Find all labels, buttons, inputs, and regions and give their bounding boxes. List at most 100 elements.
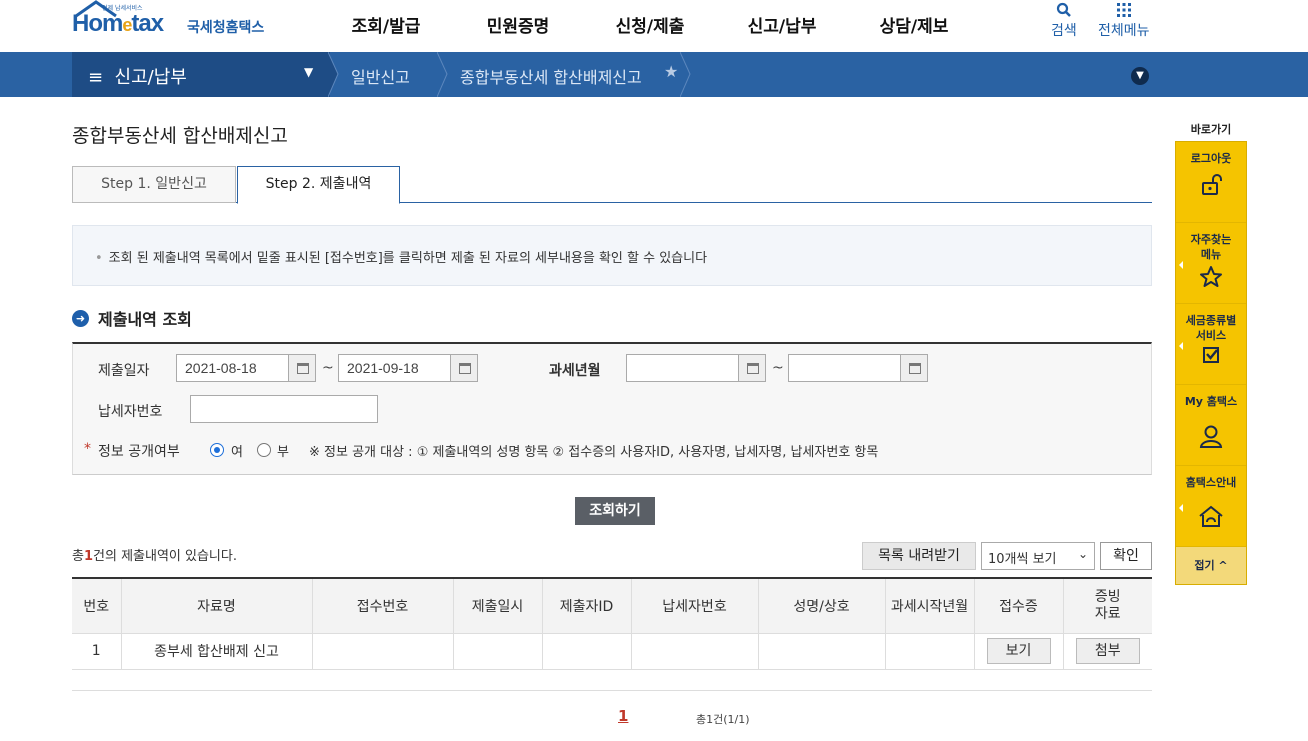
quick-favorites[interactable]: 자주찾는 메뉴 [1176,223,1246,304]
col-taxpayer-no: 납세자번호 [630,578,759,634]
checkbox-icon [1203,347,1219,363]
gnb-report-pay[interactable]: 신고/납부 [716,12,848,37]
cell-person [757,632,886,670]
triangle-left-icon [1179,342,1183,350]
logo-mark-e: e [122,15,132,35]
calendar-icon[interactable] [450,354,478,382]
col-receipt: 접수증 [973,578,1064,634]
star-icon [1200,266,1222,287]
quick-tax-services[interactable]: 세금종류별 서비스 [1176,304,1246,385]
calendar-icon[interactable] [738,354,766,382]
lnb-menu-selector[interactable]: ≡ 신고/납부 ▼ [72,52,330,97]
total-count: 총1건의 제출내역이 있습니다. [72,545,237,564]
calendar-icon[interactable] [900,354,928,382]
triangle-left-icon [1179,261,1183,269]
search-submit-button[interactable]: 조회하기 [575,497,655,525]
gnb-inquiry[interactable]: 조회/발급 [320,12,452,37]
page-title: 종합부동산세 합산배제신고 [72,125,288,147]
col-submitter-id: 제출자ID [541,578,632,634]
hometax-logo[interactable]: 언제 납세서비스 Hometax 국세청홈택스 [72,0,282,50]
disclose-no-label[interactable]: 부 [277,441,289,460]
cell-receipt: 보기 [973,632,1064,670]
col-receipt-no: 접수번호 [311,578,454,634]
bullet-dot: • [95,251,103,266]
caret-down-icon: ▼ [304,65,314,79]
col-no: 번호 [72,578,122,634]
gnb-consult[interactable]: 상담/제보 [848,12,980,37]
date-to-input[interactable] [338,354,452,382]
submit-date-label: 제출일자 [98,363,150,379]
page-summary: 총1건(1/1) [696,713,750,726]
submission-table: 번호 자료명 접수번호 제출일시 제출자ID 납세자번호 성명/상호 과세시작년… [72,577,1152,670]
logo-wordmark: Hometax [72,10,164,38]
confirm-button[interactable]: 확인 [1100,542,1152,570]
taxpayer-no-input[interactable] [190,395,378,423]
tax-ym-to-input[interactable] [788,354,902,382]
range-tilde: ~ [322,360,334,376]
col-name: 자료명 [120,578,313,634]
disclose-note: ※ 정보 공개 대상 : ① 제출내역의 성명 항목 ② 접수증의 사용자ID,… [309,445,879,460]
gnb-certificates[interactable]: 민원증명 [452,12,584,37]
disclose-no-radio[interactable] [257,443,271,457]
expand-location-icon[interactable]: ▼ [1131,67,1149,85]
taxpayer-no-label: 납세자번호 [98,404,163,420]
quick-fold-button[interactable]: 접기 ^ [1176,547,1246,584]
cell-taxpayer-no [630,632,759,670]
global-nav: 조회/발급 민원증명 신청/제출 신고/납부 상담/제보 [320,12,980,37]
view-receipt-button[interactable]: 보기 [986,638,1051,664]
attach-evidence-button[interactable]: 첨부 [1075,638,1140,664]
unlock-icon [1202,174,1222,195]
breadcrumb-general-report[interactable]: 일반신고 [351,64,410,88]
breadcrumb-current[interactable]: 종합부동산세 합산배제신고 [460,64,642,88]
quick-favorites-label: 자주찾는 메뉴 [1190,233,1232,261]
date-from-input[interactable] [176,354,290,382]
list-divider [72,690,1152,691]
disclose-yes-radio[interactable] [210,443,224,457]
notice-text: 조회 된 제출내역 목록에서 밑줄 표시된 [접수번호]를 클릭하면 제출 된 … [108,251,708,266]
col-tax-start: 과세시작년월 [884,578,975,634]
user-icon [1199,425,1223,448]
download-list-button[interactable]: 목록 내려받기 [862,542,976,570]
quick-tax-services-label: 세금종류별 서비스 [1185,314,1237,342]
cell-name: 종부세 합산배제 신고 [120,632,313,670]
col-evidence: 증빙 자료 [1062,578,1152,634]
tab-step2[interactable]: Step 2. 제출내역 [237,166,400,204]
cell-submitter-id [541,632,632,670]
step-tabs: Step 1. 일반신고 Step 2. 제출내역 [72,166,1152,204]
quick-logout-label: 로그아웃 [1190,152,1232,165]
search-icon [1056,0,1072,20]
page-link-current[interactable]: 1 [618,707,628,725]
tax-ym-from-input[interactable] [626,354,740,382]
lnb-menu-title: ≡ 신고/납부 [88,67,187,88]
cell-receipt-no[interactable] [311,632,454,670]
total-number: 1 [83,549,94,564]
triangle-left-icon [1179,504,1183,512]
gnb-apply-submit[interactable]: 신청/제출 [584,12,716,37]
location-bar: ≡ 신고/납부 ▼ 일반신고 종합부동산세 합산배제신고 ★ [0,52,1308,97]
logo-korean: 국세청홈택스 [187,20,265,36]
logo-mark-post: tax [131,10,164,37]
cell-tax-start [884,632,975,670]
chevron-down-icon: ⌄ [1077,547,1088,561]
grid-menu-icon [1116,0,1132,20]
breadcrumb-separator-icon [328,52,339,97]
calendar-icon[interactable] [288,354,316,382]
page-size-value: 10개씩 보기 [988,552,1057,567]
notice-box: • 조회 된 제출내역 목록에서 밑줄 표시된 [접수번호]를 클릭하면 제출 된… [72,225,1152,286]
section-title-text: 제출내역 조회 [98,310,192,329]
quick-my-hometax-label: My 홈택스 [1184,395,1238,408]
all-menu-button[interactable]: 전체메뉴 [1098,0,1150,40]
disclose-yes-label[interactable]: 여 [231,441,243,460]
quick-logout[interactable]: 로그아웃 [1176,142,1246,223]
search-button[interactable]: 검색 [1051,0,1077,40]
col-submitted-at: 제출일시 [452,578,543,634]
search-form: 제출일자 ~ 과세년월 ~ 납세자번호 * 정보 공개여부 여 부 ※ 정보 공… [72,342,1152,475]
quick-my-hometax[interactable]: My 홈택스 [1176,385,1246,466]
favorite-star-icon[interactable]: ★ [664,62,678,81]
required-mark: * [84,441,91,457]
page-size-select[interactable]: 10개씩 보기 ⌄ [981,542,1095,570]
quick-hometax-guide[interactable]: 홈택스안내 [1176,466,1246,547]
range-tilde: ~ [772,360,784,376]
total-post: 건의 제출내역이 있습니다. [93,549,237,564]
tab-step1[interactable]: Step 1. 일반신고 [72,166,236,203]
